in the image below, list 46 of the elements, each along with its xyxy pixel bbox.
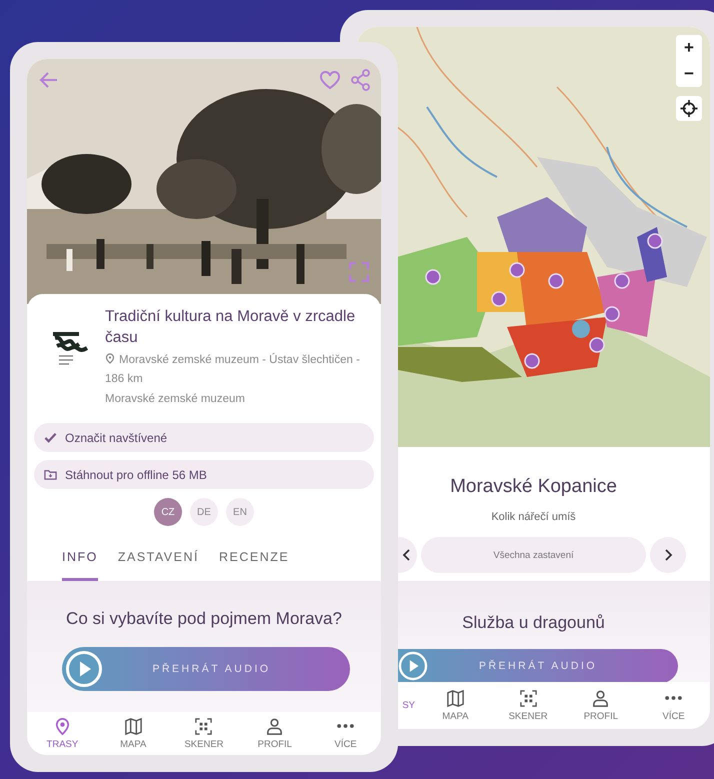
nav-tab[interactable]: PROFIL bbox=[564, 689, 638, 722]
language-button[interactable]: EN bbox=[226, 498, 254, 526]
stop-title: Co si vybavíte pod pojmem Morava? bbox=[66, 609, 342, 629]
nav-tab[interactable]: SKENER bbox=[168, 717, 240, 750]
play-icon bbox=[65, 650, 103, 688]
location-pin-icon bbox=[105, 353, 115, 364]
action-button[interactable]: Označit navštívené bbox=[34, 423, 374, 452]
play-audio-button[interactable]: PŘEHRÁT AUDIO bbox=[398, 649, 678, 682]
chevron-left-icon bbox=[402, 549, 412, 561]
next-button[interactable] bbox=[650, 537, 686, 573]
map-icon bbox=[124, 717, 143, 736]
route-title: Moravské Kopanice bbox=[449, 476, 618, 498]
previous-button[interactable] bbox=[398, 537, 417, 573]
route-subtitle: Kolik nářečí umíš bbox=[490, 511, 577, 523]
tab[interactable]: RECENZE bbox=[218, 550, 290, 581]
nav-tab[interactable]: PROFIL bbox=[239, 717, 310, 750]
qr-scan-icon bbox=[194, 717, 214, 736]
qr-scan-icon bbox=[518, 689, 538, 708]
nav-tab[interactable]: MAPA bbox=[98, 717, 169, 750]
stop-selector[interactable]: Všechna zastavení bbox=[421, 537, 646, 573]
language-button[interactable]: DE bbox=[190, 498, 218, 526]
person-icon bbox=[265, 717, 284, 736]
stop-title: Služba u dragounů bbox=[462, 613, 605, 633]
back-arrow-icon[interactable] bbox=[39, 71, 59, 89]
nav-tab[interactable]: MAPA bbox=[419, 689, 492, 722]
tour-organizer: Moravské zemské muzeum bbox=[105, 393, 246, 405]
tab[interactable]: ZASTAVENÍ bbox=[118, 550, 199, 581]
language-button[interactable]: CZ bbox=[154, 498, 182, 526]
chevron-right-icon bbox=[663, 549, 673, 561]
map-icon bbox=[446, 689, 465, 708]
tour-title: Tradiční kultura na Moravě v zrcadle času bbox=[105, 307, 356, 348]
play-audio-button[interactable]: PŘEHRÁT AUDIO bbox=[62, 647, 350, 691]
action-button[interactable]: Stáhnout pro offline 56 MB bbox=[34, 460, 374, 489]
nav-tab[interactable]: SKENER bbox=[492, 689, 564, 722]
nav-tab[interactable]: TRASY bbox=[27, 717, 98, 750]
tour-location: Moravské zemské muzeum - Ústav šlechtičen - 186 km bbox=[105, 352, 361, 387]
folder-icon bbox=[44, 468, 57, 481]
check-icon bbox=[44, 431, 57, 444]
nav-tab[interactable]: VÍCE bbox=[310, 717, 381, 750]
person-icon bbox=[591, 689, 610, 708]
heart-icon[interactable] bbox=[319, 71, 341, 90]
more-icon bbox=[337, 724, 354, 728]
play-icon bbox=[398, 651, 428, 681]
nav-tab[interactable]: SY bbox=[398, 700, 419, 711]
nav-tab[interactable]: VÍCE bbox=[637, 689, 710, 722]
more-icon bbox=[665, 696, 682, 700]
